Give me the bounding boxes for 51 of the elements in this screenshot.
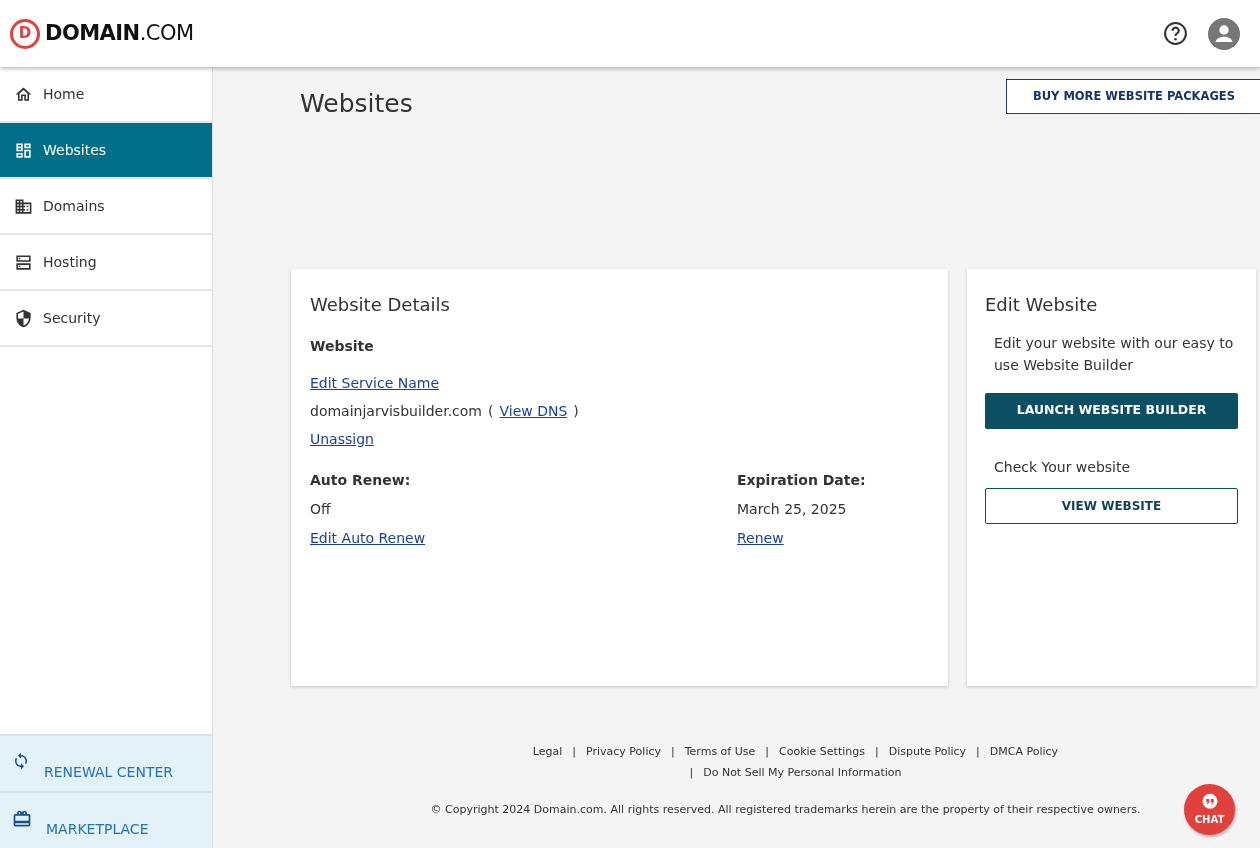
footer-link[interactable]: Cookie Settings bbox=[779, 743, 865, 761]
footer-link[interactable]: Dispute Policy bbox=[888, 743, 967, 761]
logo-wordmark: DOMAIN.COM bbox=[45, 23, 194, 44]
footer-link[interactable]: Do Not Sell My Personal Information bbox=[703, 764, 902, 782]
card-title: Edit Website bbox=[985, 292, 1099, 317]
card-description: Edit your website with our easy to use Website Builder bbox=[994, 333, 1235, 375]
field-value: Off bbox=[310, 499, 331, 519]
home-icon bbox=[14, 84, 33, 104]
page-title: Websites bbox=[300, 88, 413, 120]
chat-button[interactable]: CHAT bbox=[1184, 784, 1235, 835]
paren: ) bbox=[573, 401, 579, 421]
building-icon bbox=[14, 196, 33, 216]
edit-service-name-link[interactable]: Edit Service Name bbox=[310, 372, 440, 394]
buy-packages-button[interactable]: BUY MORE WEBSITE PACKAGES bbox=[1005, 79, 1260, 114]
user-avatar-icon[interactable] bbox=[1208, 17, 1240, 50]
view-website-button[interactable]: VIEW WEBSITE bbox=[985, 487, 1238, 524]
logo-mark: D bbox=[10, 18, 40, 49]
sidebar-link[interactable]: RENEWAL CENTER bbox=[0, 734, 212, 791]
link-separator: | bbox=[689, 764, 694, 781]
check-label: Check Your website bbox=[994, 457, 1132, 477]
view-dns-link[interactable]: View DNS bbox=[499, 400, 568, 422]
paren: ( bbox=[488, 401, 494, 421]
gift-card-icon bbox=[12, 809, 32, 829]
server-icon bbox=[14, 252, 33, 272]
copyright-text: © Copyright 2024 Domain.com. All rights reserved. All registered trademarks herein are the property of their respective owners. bbox=[430, 801, 1141, 818]
help-icon[interactable] bbox=[1163, 21, 1188, 46]
footer-link[interactable]: DMCA Policy bbox=[989, 743, 1059, 761]
field-link[interactable]: Renew bbox=[737, 527, 784, 549]
sidebar-link[interactable]: MARKETPLACE bbox=[0, 791, 212, 848]
domain-name: domainjarvisbuilder.com bbox=[310, 401, 482, 421]
footer-link[interactable]: Terms of Use bbox=[684, 743, 756, 761]
shield-icon bbox=[14, 308, 33, 328]
sidebar-item[interactable]: Websites bbox=[0, 123, 212, 179]
field-value: March 25, 2025 bbox=[737, 499, 847, 519]
link-separator: | bbox=[765, 743, 769, 760]
refresh-icon bbox=[12, 752, 30, 770]
dashboard-icon bbox=[14, 140, 33, 160]
link-separator: | bbox=[976, 743, 980, 760]
field-link[interactable]: Edit Auto Renew bbox=[310, 527, 426, 549]
link-separator: | bbox=[671, 743, 675, 760]
section-label: Website bbox=[310, 336, 375, 356]
unassign-link[interactable]: Unassign bbox=[310, 428, 374, 450]
footer-link[interactable]: Legal bbox=[532, 743, 563, 761]
field-label: Expiration Date: bbox=[737, 470, 866, 490]
link-separator: | bbox=[572, 743, 577, 760]
card-title: Website Details bbox=[310, 292, 451, 317]
footer-link[interactable]: Privacy Policy bbox=[586, 743, 661, 761]
launch-builder-button[interactable]: LAUNCH WEBSITE BUILDER bbox=[985, 392, 1238, 429]
quote-bubble-icon bbox=[1200, 792, 1219, 811]
field-label: Auto Renew: bbox=[310, 470, 411, 490]
link-separator: | bbox=[874, 743, 879, 760]
